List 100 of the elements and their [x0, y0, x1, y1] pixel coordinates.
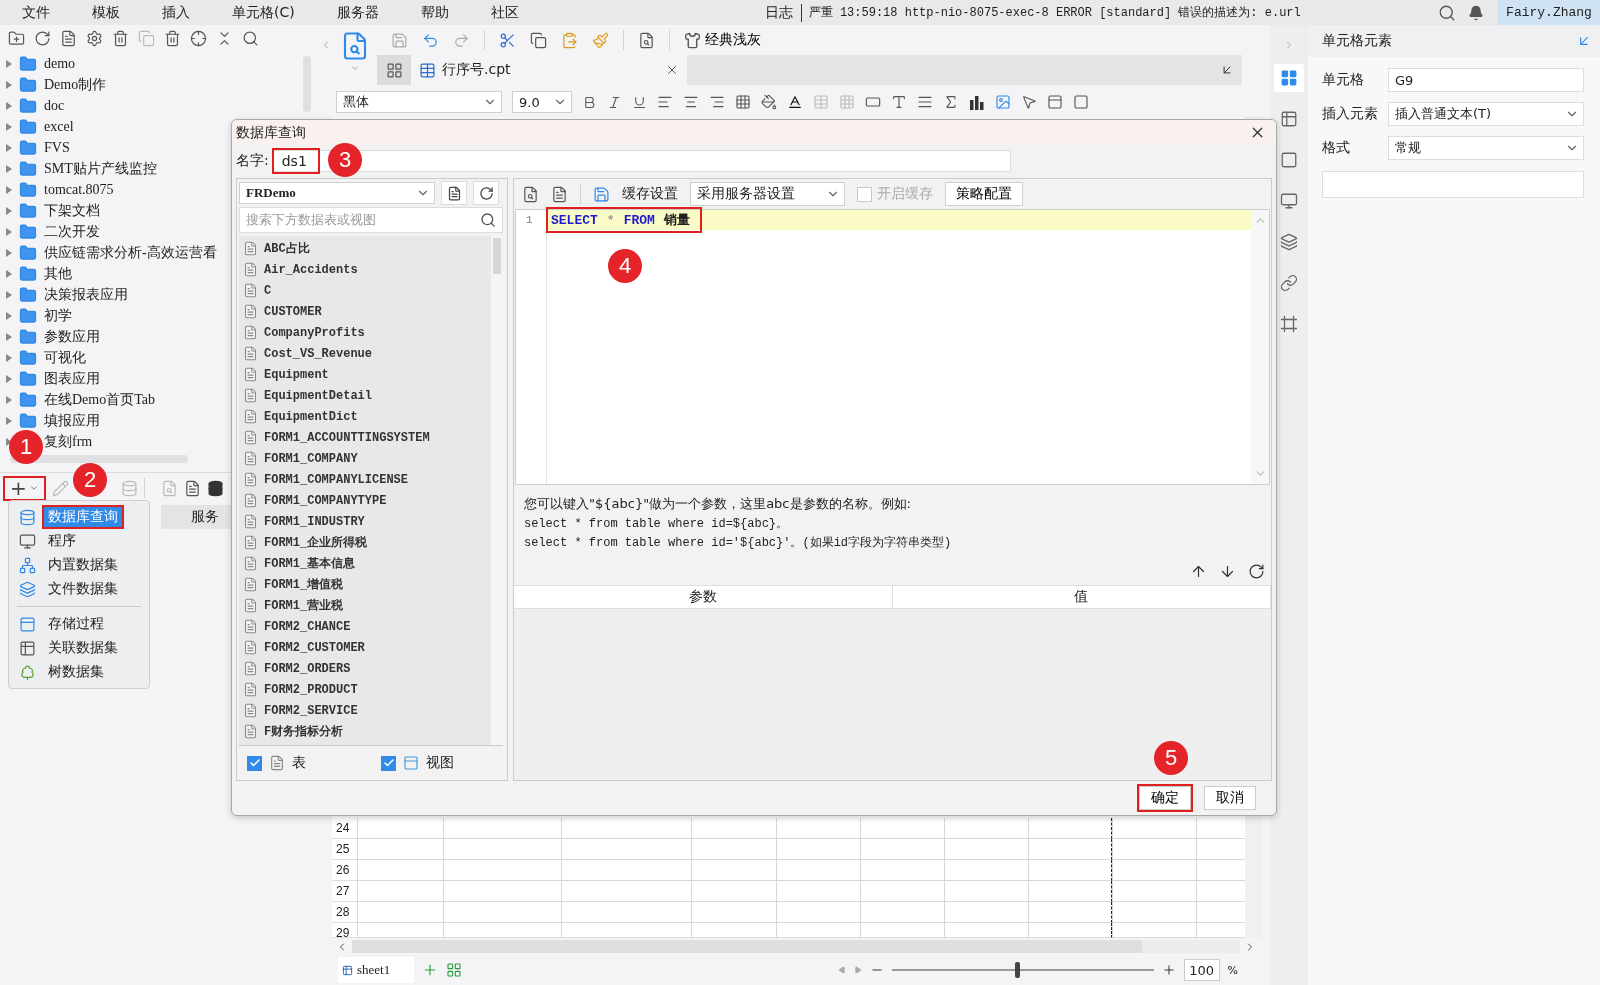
tree-item[interactable]: demo	[44, 55, 76, 72]
trash-icon[interactable]	[164, 30, 181, 47]
link-icon[interactable]	[1280, 274, 1298, 292]
expand-arrow-icon[interactable]	[6, 143, 12, 152]
document-icon[interactable]	[60, 30, 77, 47]
tree-item[interactable]: 可视化	[44, 348, 86, 367]
document-tab[interactable]: 行序号.cpt	[411, 55, 687, 85]
grid-plus-icon[interactable]	[385, 61, 403, 79]
align-left-icon[interactable]	[657, 94, 673, 110]
cache-select[interactable]: 采用服务器设置	[690, 182, 845, 206]
strategy-button[interactable]: 策略配置	[945, 182, 1023, 206]
font-select[interactable]: 黑体	[336, 91, 502, 113]
font-color-icon[interactable]	[787, 94, 803, 110]
table-item[interactable]: CUSTOMER	[264, 304, 322, 319]
undo-icon[interactable]	[422, 31, 439, 49]
table-cell[interactable]	[1028, 881, 1112, 902]
close-icon[interactable]	[665, 63, 679, 77]
shirt-icon[interactable]	[684, 31, 701, 49]
tree-item[interactable]: Demo制作	[44, 75, 107, 94]
grid-icon[interactable]	[1280, 69, 1298, 87]
expand-arrow-icon[interactable]	[6, 353, 12, 362]
menu-item[interactable]: 数据库查询	[44, 507, 122, 527]
refresh-button[interactable]	[473, 181, 499, 205]
refresh-icon[interactable]	[1248, 562, 1265, 580]
table-item[interactable]: Cost_VS_Revenue	[264, 346, 373, 361]
expand-arrow-icon[interactable]	[6, 185, 12, 194]
table-item[interactable]: FORM2_CUSTOMER	[264, 640, 365, 655]
border-icon[interactable]	[735, 94, 751, 110]
preview-icon[interactable]	[522, 185, 539, 203]
text-icon[interactable]	[891, 94, 907, 110]
connection-select[interactable]: FRDemo	[239, 182, 435, 204]
menu-item[interactable]: 帮助	[398, 3, 469, 22]
select-field[interactable]: 常规	[1388, 136, 1584, 160]
layers-icon[interactable]	[1280, 233, 1298, 251]
table-item[interactable]: EquipmentDict	[264, 409, 358, 424]
tree-item[interactable]: FVS	[44, 139, 70, 156]
table-item[interactable]: ABC占比	[264, 240, 310, 257]
table-cell[interactable]	[1028, 923, 1112, 938]
menu-item[interactable]: 存储过程	[44, 614, 108, 634]
tree-item[interactable]: 其他	[44, 264, 72, 283]
search-icon[interactable]	[1438, 3, 1456, 22]
table-item[interactable]: FORM1_基本信息	[264, 555, 356, 572]
table-item[interactable]: FORM1_ACCOUNTTINGSYSTEM	[264, 430, 430, 445]
tree-item[interactable]: 决策报表应用	[44, 285, 128, 304]
expand-arrow-icon[interactable]	[6, 374, 12, 383]
font-size-select[interactable]: 9.0	[512, 91, 572, 113]
preview-icon[interactable]	[638, 31, 655, 49]
document-icon[interactable]	[184, 479, 201, 497]
expand-arrow-icon[interactable]	[6, 290, 12, 299]
search-icon[interactable]	[480, 212, 496, 228]
cut-icon[interactable]	[499, 31, 516, 49]
tree-item[interactable]: doc	[44, 97, 65, 114]
menu-item[interactable]: 模板	[70, 3, 140, 22]
add-form-icon[interactable]	[446, 962, 463, 978]
tree-item[interactable]: SMT贴片产线监控	[44, 159, 157, 178]
expand-arrow-icon[interactable]	[6, 332, 12, 341]
search-icon[interactable]	[242, 30, 259, 47]
paintbrush-icon[interactable]	[592, 31, 609, 49]
underline-icon[interactable]	[632, 94, 647, 110]
expand-arrow-icon[interactable]	[6, 164, 12, 173]
table-item[interactable]: FORM2_CHANCE	[264, 619, 351, 634]
monitor-icon[interactable]	[1280, 192, 1298, 210]
tree-item[interactable]: tomcat.8075	[44, 181, 114, 198]
align-justify-icon[interactable]	[917, 94, 933, 110]
tree-item[interactable]: 复刻frm	[44, 432, 93, 451]
scrollbar[interactable]	[491, 236, 503, 745]
table-item[interactable]: FORM1_增值税	[264, 576, 344, 593]
menu-item[interactable]: 服务器	[314, 3, 399, 22]
paint-bucket-icon[interactable]	[761, 94, 777, 110]
database-icon[interactable]	[207, 479, 224, 497]
paste-icon[interactable]	[561, 31, 578, 49]
formula-icon[interactable]	[943, 94, 959, 110]
table-item[interactable]: FORM1_企业所得税	[264, 534, 368, 551]
image-icon[interactable]	[995, 94, 1011, 110]
expand-arrow-icon[interactable]	[6, 395, 12, 404]
tree-item[interactable]: 下架文档	[44, 201, 100, 220]
tree-item[interactable]: 初学	[44, 306, 72, 325]
input-field[interactable]: G9	[1388, 68, 1584, 92]
sheet-tab[interactable]: sheet1	[338, 957, 415, 983]
add-dataset-button[interactable]: +	[3, 475, 46, 501]
bell-icon[interactable]	[1468, 4, 1484, 21]
refresh-icon[interactable]	[478, 185, 494, 201]
menu-item[interactable]: 社区	[468, 3, 539, 22]
align-center-icon[interactable]	[683, 94, 699, 110]
table-item[interactable]: FORM1_营业税	[264, 597, 344, 614]
table-item[interactable]: FORM1_COMPANYTYPE	[264, 493, 387, 508]
zoom-in-icon[interactable]	[1161, 963, 1176, 977]
target-icon[interactable]	[190, 30, 207, 47]
expand-arrow-icon[interactable]	[6, 269, 12, 278]
pointer-icon[interactable]	[1021, 94, 1037, 110]
expand-arrow-icon[interactable]	[6, 80, 12, 89]
table-cell[interactable]	[1028, 839, 1112, 860]
menu-item[interactable]: 插入	[140, 3, 210, 22]
tree-item[interactable]: 图表应用	[44, 369, 100, 388]
align-right-icon[interactable]	[709, 94, 725, 110]
table-cell[interactable]	[1028, 860, 1112, 881]
expand-arrow-icon[interactable]	[6, 416, 12, 425]
rectangle-icon[interactable]	[865, 94, 881, 110]
tree-item[interactable]: 供应链需求分析-高效运营看	[44, 243, 217, 262]
cancel-button[interactable]: 取消	[1204, 786, 1256, 810]
